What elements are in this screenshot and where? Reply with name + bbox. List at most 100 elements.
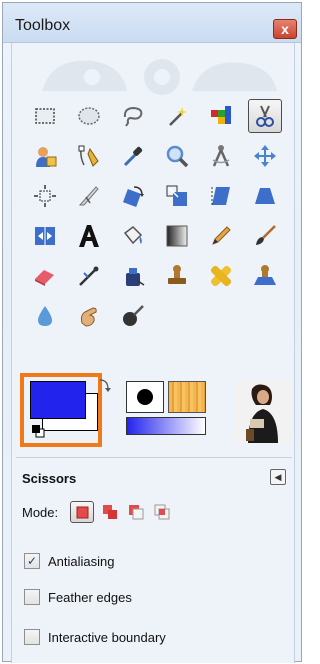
fuzzy-select-tool[interactable] [160, 99, 194, 133]
airbrush-icon [79, 266, 99, 286]
foreground-select-icon [36, 147, 57, 167]
subtract-mode-button[interactable] [124, 501, 148, 523]
feather-edges-label: Feather edges [48, 590, 132, 605]
brush-dot-icon [137, 389, 153, 405]
heal-tool[interactable] [204, 259, 238, 293]
color-picker-tool[interactable] [116, 139, 150, 173]
close-button[interactable]: x [273, 19, 297, 39]
brush-preview[interactable] [126, 381, 164, 413]
rect-select-tool[interactable] [28, 99, 62, 133]
dodge-burn-icon [123, 305, 144, 326]
color-select-icon [211, 106, 231, 124]
lasso-icon [123, 106, 143, 127]
magnifier-icon [166, 145, 189, 168]
pencil-icon [212, 226, 231, 245]
scissors-icon [256, 105, 274, 127]
stamp-icon [168, 265, 186, 284]
gradient-icon [166, 225, 188, 247]
antialiasing-label: Antialiasing [48, 554, 115, 569]
move-arrows-icon [254, 145, 276, 167]
replace-mode-icon [76, 506, 89, 519]
pencil-tool[interactable] [204, 219, 238, 253]
pattern-preview[interactable] [168, 381, 206, 413]
blend-tool[interactable] [160, 219, 194, 253]
paintbrush-tool[interactable] [248, 219, 282, 253]
perspective-stamp-icon [254, 265, 276, 285]
ink-tool[interactable] [116, 259, 150, 293]
text-a-icon [79, 225, 99, 247]
perspective-tool[interactable] [248, 179, 282, 213]
eraser-icon [35, 270, 54, 286]
free-select-tool[interactable] [116, 99, 150, 133]
water-drop-icon [38, 306, 52, 326]
add-mode-icon [103, 505, 117, 519]
flip-icon [35, 227, 55, 245]
rotate-icon [123, 186, 144, 207]
feather-edges-checkbox[interactable] [24, 589, 40, 605]
dodge-burn-tool[interactable] [116, 299, 150, 333]
crop-knife-icon [78, 186, 99, 206]
magic-wand-icon [169, 107, 187, 126]
perspective-clone-tool[interactable] [248, 259, 282, 293]
blur-sharpen-tool[interactable] [28, 299, 62, 333]
toolbox-window: Toolbox x Scissors ◀ Mode: ✓ Antialiasin… [2, 2, 302, 663]
intersect-mode-button[interactable] [150, 501, 174, 523]
replace-mode-button[interactable] [70, 501, 94, 523]
ink-icon [126, 268, 145, 286]
align-tool[interactable] [28, 179, 62, 213]
foreground-color-swatch[interactable] [30, 381, 86, 419]
smudge-tool[interactable] [72, 299, 106, 333]
bandage-icon [210, 265, 232, 287]
eyedropper-icon [123, 146, 143, 167]
options-menu-button[interactable]: ◀ [270, 469, 286, 485]
wilber-logo-watermark [42, 59, 277, 95]
image-thumbnail-photo [234, 379, 292, 443]
interactive-boundary-checkbox[interactable] [24, 629, 40, 645]
zoom-tool[interactable] [160, 139, 194, 173]
eraser-tool[interactable] [28, 259, 62, 293]
color-area [20, 373, 296, 453]
interactive-boundary-label: Interactive boundary [48, 630, 166, 645]
toolbox-panel: Scissors ◀ Mode: ✓ Antialiasing Feather … [11, 43, 295, 663]
bucket-fill-tool[interactable] [116, 219, 150, 253]
paths-tool[interactable] [72, 139, 106, 173]
gradient-preview[interactable] [126, 417, 206, 435]
move-tool[interactable] [248, 139, 282, 173]
default-colors-icon[interactable] [32, 425, 46, 439]
shear-icon [211, 187, 230, 205]
rect-select-icon [35, 108, 55, 124]
text-tool[interactable] [72, 219, 106, 253]
paintbrush-icon [256, 225, 276, 245]
subtract-mode-icon [129, 505, 144, 520]
smudge-hand-icon [80, 307, 97, 327]
ellipse-select-icon [78, 107, 100, 125]
active-image-thumbnail[interactable] [234, 379, 292, 443]
mode-label: Mode: [22, 505, 59, 520]
select-by-color-tool[interactable] [204, 99, 238, 133]
crop-tool[interactable] [72, 179, 106, 213]
measure-tool[interactable] [204, 139, 238, 173]
airbrush-tool[interactable] [72, 259, 106, 293]
options-divider [16, 457, 292, 458]
perspective-icon [255, 188, 275, 204]
ellipse-select-tool[interactable] [72, 99, 106, 133]
window-title: Toolbox [15, 17, 71, 34]
title-bar: Toolbox x [3, 3, 301, 43]
foreground-select-tool[interactable] [28, 139, 62, 173]
antialiasing-checkbox[interactable]: ✓ [24, 553, 40, 569]
pen-path-icon [78, 145, 99, 167]
scale-icon [166, 185, 187, 206]
shear-tool[interactable] [204, 179, 238, 213]
clone-tool[interactable] [160, 259, 194, 293]
align-icon [34, 185, 56, 207]
tool-options-title: Scissors [22, 471, 77, 486]
scissors-tool[interactable] [248, 99, 282, 133]
swap-colors-icon[interactable] [98, 377, 112, 393]
intersect-mode-icon [154, 504, 170, 520]
add-mode-button[interactable] [98, 501, 122, 523]
bucket-icon [123, 226, 143, 245]
scale-tool[interactable] [160, 179, 194, 213]
flip-tool[interactable] [28, 219, 62, 253]
compass-icon [212, 145, 230, 167]
rotate-tool[interactable] [116, 179, 150, 213]
